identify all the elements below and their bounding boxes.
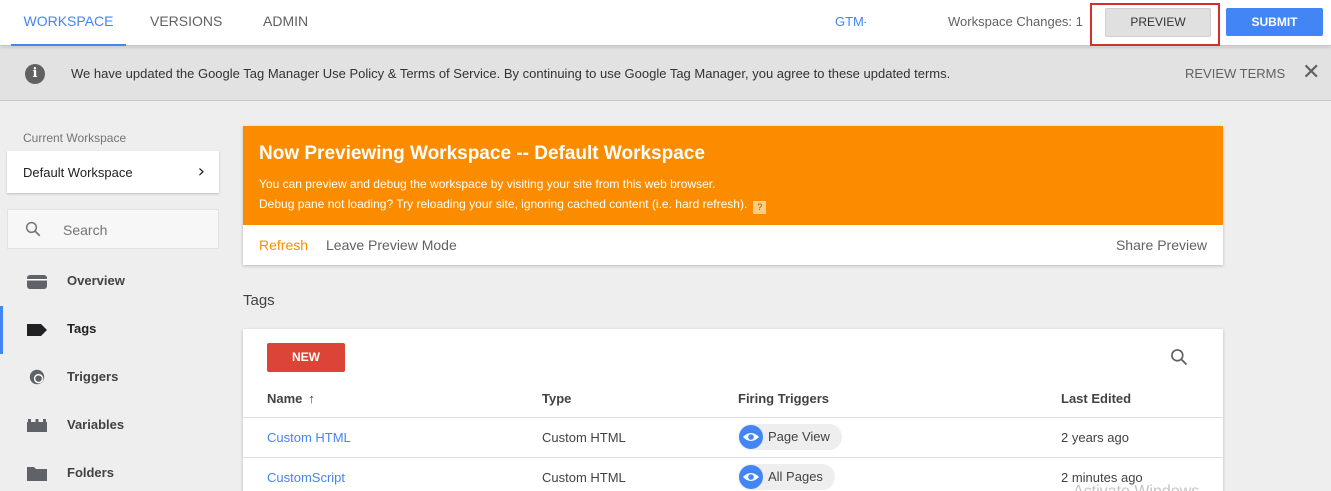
preview-mode-card: Now Previewing Workspace -- Default Work…: [243, 126, 1223, 265]
tab-versions[interactable]: VERSIONS: [150, 0, 222, 46]
preview-banner-hint: Debug pane not loading? Try reloading yo…: [259, 197, 767, 214]
workspace-selector[interactable]: Default Workspace ›: [7, 151, 219, 193]
trigger-icon: [29, 369, 45, 385]
review-terms-button[interactable]: REVIEW TERMS: [1185, 66, 1285, 81]
eye-icon: [739, 465, 763, 489]
tab-workspace[interactable]: WORKSPACE: [11, 0, 126, 46]
variables-icon: [27, 419, 47, 432]
refresh-button[interactable]: Refresh: [259, 237, 308, 253]
tab-admin[interactable]: ADMIN: [263, 0, 308, 46]
preview-button[interactable]: PREVIEW: [1105, 8, 1211, 37]
new-tag-button[interactable]: NEW: [267, 343, 345, 372]
sort-ascending-icon: ↑: [308, 391, 315, 406]
current-workspace-label: Current Workspace: [23, 131, 127, 145]
preview-banner-header: Now Previewing Workspace -- Default Work…: [243, 126, 1223, 225]
column-header-firing-triggers[interactable]: Firing Triggers: [738, 391, 829, 406]
terms-notice-text: We have updated the Google Tag Manager U…: [71, 66, 951, 81]
info-icon: i: [25, 64, 45, 84]
preview-banner-text: You can preview and debug the workspace …: [259, 177, 716, 191]
column-header-name[interactable]: Name ↑: [267, 391, 315, 406]
trigger-chip[interactable]: Page View: [738, 424, 842, 450]
tag-name-link[interactable]: CustomScript: [267, 470, 345, 485]
help-icon[interactable]: ?: [753, 201, 767, 214]
tag-name-link[interactable]: Custom HTML: [267, 430, 351, 445]
leave-preview-button[interactable]: Leave Preview Mode: [326, 237, 457, 253]
sidebar-item-variables[interactable]: Variables: [0, 402, 230, 450]
container-id-link[interactable]: GTM-: [835, 14, 868, 29]
eye-icon: [739, 425, 763, 449]
trigger-chip-label: All Pages: [768, 469, 823, 484]
sidebar-item-label: Tags: [67, 321, 97, 336]
sidebar-item-label: Overview: [67, 273, 125, 288]
trigger-chip[interactable]: All Pages: [738, 464, 835, 490]
workspace-changes-count: Workspace Changes: 1: [948, 14, 1083, 29]
column-header-type[interactable]: Type: [542, 391, 571, 406]
column-header-name-label: Name: [267, 391, 303, 406]
submit-button[interactable]: SUBMIT: [1226, 8, 1323, 36]
container-id-redaction: [866, 12, 926, 28]
sidebar-item-folders[interactable]: Folders: [0, 450, 230, 491]
sidebar-item-label: Variables: [67, 417, 125, 432]
folder-icon: [27, 467, 47, 481]
overview-icon: [27, 275, 47, 289]
table-row[interactable]: Custom HTML Custom HTML Page View 2 year…: [243, 418, 1223, 458]
share-preview-button[interactable]: Share Preview: [1116, 237, 1207, 253]
terms-notice-bar: i We have updated the Google Tag Manager…: [0, 47, 1331, 101]
sidebar-item-tags[interactable]: Tags: [0, 306, 230, 354]
trigger-chip-label: Page View: [768, 429, 830, 444]
activate-windows-watermark: Activate Windows: [1073, 483, 1199, 491]
sidebar-item-overview[interactable]: Overview: [0, 258, 230, 306]
sidebar-item-label: Triggers: [67, 369, 119, 384]
search-placeholder: Search: [63, 222, 108, 238]
tag-icon: [27, 324, 47, 336]
chevron-right-icon: ›: [197, 161, 205, 182]
last-edited: 2 years ago: [1061, 430, 1129, 445]
search-icon[interactable]: [1169, 347, 1189, 367]
sidebar-search-input[interactable]: Search: [7, 209, 219, 249]
tags-heading: Tags: [243, 292, 275, 309]
top-bar: WORKSPACE VERSIONS ADMIN GTM- Workspace …: [0, 0, 1331, 46]
sidebar-item-label: Folders: [67, 465, 114, 480]
preview-actions-bar: Refresh Leave Preview Mode Share Preview: [243, 225, 1223, 265]
column-header-last-edited[interactable]: Last Edited: [1061, 391, 1131, 406]
preview-banner-title: Now Previewing Workspace -- Default Work…: [259, 143, 705, 164]
preview-banner-hint-text: Debug pane not loading? Try reloading yo…: [259, 197, 748, 211]
close-icon[interactable]: ✕: [1302, 61, 1320, 83]
workspace-name: Default Workspace: [23, 165, 133, 180]
tag-type: Custom HTML: [542, 430, 626, 445]
sidebar-item-triggers[interactable]: Triggers: [0, 354, 230, 402]
search-icon: [25, 221, 41, 237]
tags-table-card: NEW Name ↑ Type Firing Triggers Last Edit…: [243, 329, 1223, 491]
tag-type: Custom HTML: [542, 470, 626, 485]
